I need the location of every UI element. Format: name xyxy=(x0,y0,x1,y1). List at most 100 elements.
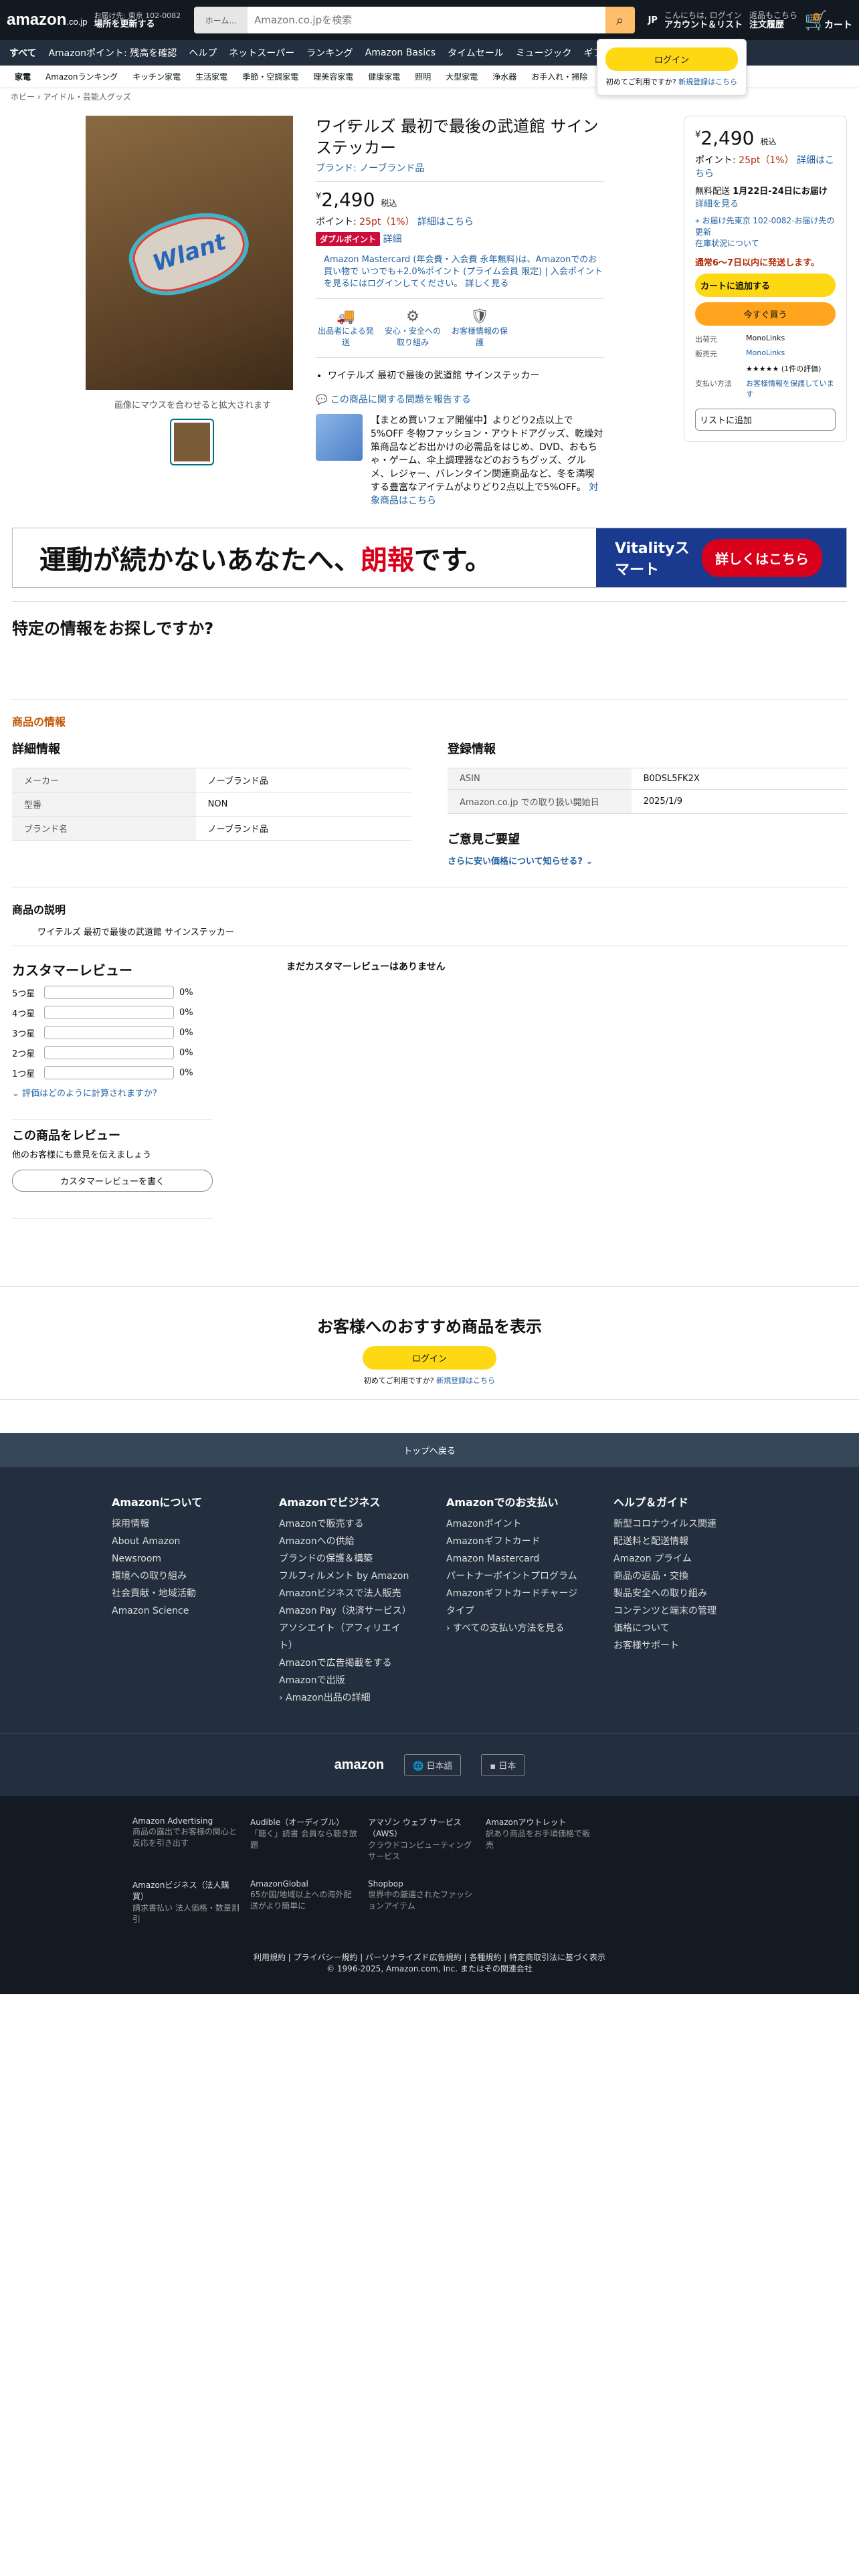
footer-link[interactable]: 価格について xyxy=(613,1620,747,1637)
footer-link[interactable]: Amazonギフトカード xyxy=(446,1533,580,1550)
feedback-link[interactable]: さらに安い価格について知らせる? ⌄ xyxy=(448,854,847,867)
subnav-item[interactable]: ネットスーパー xyxy=(229,46,294,60)
catnav-item[interactable]: 理美容家電 xyxy=(313,71,353,82)
catnav-item[interactable]: 家電 xyxy=(15,71,31,82)
register-link[interactable]: 新規登録はこちら xyxy=(678,78,737,86)
footer-link[interactable]: アソシエイト（アフィリエイト） xyxy=(279,1620,413,1654)
language-select[interactable]: 🌐 日本語 xyxy=(404,1754,462,1776)
footer-service[interactable]: Audible（オーディブル） 「聴く」読書 会員なら聴き放題 xyxy=(250,1816,357,1862)
write-review-button[interactable]: カスタマーレビューを書く xyxy=(12,1170,213,1192)
subnav-item[interactable]: ランキング xyxy=(306,46,353,60)
footer-link[interactable]: 社会貢献・地域活動 xyxy=(112,1585,246,1602)
feature-item[interactable]: 🛡 お客様情報の保護 xyxy=(450,308,510,348)
add-to-list-button[interactable]: リストに追加 xyxy=(695,409,836,431)
catnav-item[interactable]: 浄水器 xyxy=(492,71,516,82)
footer-link[interactable]: Amazon Science xyxy=(112,1602,246,1620)
catnav-item[interactable]: 照明 xyxy=(415,71,431,82)
catnav-item[interactable]: 健康家電 xyxy=(368,71,400,82)
catnav-item[interactable]: 生活家電 xyxy=(195,71,227,82)
star-row[interactable]: 2つ星 0% xyxy=(12,1046,213,1059)
footer-link[interactable]: コンテンツと端末の管理 xyxy=(613,1602,747,1620)
share-icon[interactable]: ⇪ xyxy=(345,118,355,132)
footer-link[interactable]: Amazonポイント xyxy=(446,1515,580,1533)
buy-now-button[interactable]: 今すぐ買う xyxy=(695,302,836,326)
delivery-detail-link[interactable]: 詳細を見る xyxy=(695,197,836,209)
deliver-to[interactable]: お届け先: 東京 102-0082 場所を更新する xyxy=(94,11,181,29)
amazon-logo[interactable]: amazon .co.jp xyxy=(7,11,87,29)
footer-service[interactable]: Amazonアウトレット 訳あり商品をお手頃価格で販売 xyxy=(486,1816,593,1862)
footer-logo[interactable]: amazon xyxy=(335,1757,384,1773)
country-select[interactable]: ▪ 日本 xyxy=(481,1754,525,1776)
catnav-item[interactable]: 大型家電 xyxy=(446,71,478,82)
footer-link[interactable]: 商品の返品・交換 xyxy=(613,1568,747,1585)
main-product-image[interactable]: Wlant xyxy=(86,116,293,390)
footer-link[interactable]: 新型コロナウイルス関連 xyxy=(613,1515,747,1533)
catnav-item[interactable]: Amazonランキング xyxy=(45,71,118,82)
search-category-select[interactable]: ホーム... xyxy=(194,7,248,33)
location-link[interactable]: ⌖ お届け先東京 102-0082-お届け先の更新 xyxy=(695,215,836,237)
footer-link[interactable]: 環境への取り組み xyxy=(112,1568,246,1585)
product-title: ワイテルズ 最初で最後の武道館 サインステッカー xyxy=(316,117,599,157)
recs-signin-button[interactable]: ログイン xyxy=(363,1346,496,1370)
catnav-item[interactable]: キッチン家電 xyxy=(132,71,181,82)
orders-link[interactable]: 返品もこちら 注文履歴 xyxy=(749,11,797,30)
footer-link[interactable]: Amazonビジネスで法人販売 xyxy=(279,1585,413,1602)
star-row[interactable]: 4つ星 0% xyxy=(12,1006,213,1019)
search-button[interactable]: ⌕ xyxy=(605,7,635,33)
footer-link[interactable]: Amazonで広告掲載をする xyxy=(279,1654,413,1672)
legal-links[interactable]: 利用規約 | プライバシー規約 | パーソナライズド広告規約 | 各種規約 | … xyxy=(0,1951,859,1974)
footer-service[interactable]: AmazonGlobal 65か国/地域以上への海外配送がより簡単に xyxy=(250,1879,357,1925)
banner-cta[interactable]: 詳しくはこちら xyxy=(702,538,822,577)
footer-service[interactable]: Amazonビジネス（法人購買） 請求書払い 法人価格・数量割引 xyxy=(132,1879,240,1925)
catnav-item[interactable]: お手入れ・掃除 xyxy=(531,71,587,82)
account-menu[interactable]: こんにちは, ログイン アカウント＆リスト xyxy=(664,11,743,30)
feature-item[interactable]: 🚚 出品者による発送 xyxy=(316,308,376,348)
signin-button[interactable]: ログイン xyxy=(605,47,738,71)
double-point-detail[interactable]: 詳細 xyxy=(383,234,401,245)
points-detail-link[interactable]: 詳細はこちら xyxy=(417,217,474,227)
report-issue-link[interactable]: 💬 この商品に関する問題を報告する xyxy=(316,393,603,406)
mastercard-promo[interactable]: Amazon Mastercard (年会費・入会費 永年無料)は、Amazon… xyxy=(316,254,603,290)
footer-link[interactable]: About Amazon xyxy=(112,1533,246,1550)
footer-link[interactable]: › Amazon出品の詳細 xyxy=(279,1689,413,1707)
footer-link[interactable]: Amazonへの供給 xyxy=(279,1533,413,1550)
star-row[interactable]: 3つ星 0% xyxy=(12,1026,213,1039)
footer-link[interactable]: Amazonで販売する xyxy=(279,1515,413,1533)
subnav-item[interactable]: Amazonポイント: 残高を確認 xyxy=(48,46,177,60)
footer-link[interactable]: 採用情報 xyxy=(112,1515,246,1533)
footer-link[interactable]: 製品安全への取り組み xyxy=(613,1585,747,1602)
footer-service[interactable]: Shopbop 世界中の厳選されたファッションアイテム xyxy=(368,1879,475,1925)
language-selector[interactable]: JP xyxy=(648,15,658,25)
feature-item[interactable]: ⚙ 安心・安全への取り組み xyxy=(383,308,443,348)
cart-button[interactable]: 🛒 0 カート xyxy=(804,9,852,31)
catnav-item[interactable]: 季節・空調家電 xyxy=(242,71,298,82)
subnav-item[interactable]: Amazon Basics xyxy=(365,47,436,58)
footer-link[interactable]: お客様サポート xyxy=(613,1637,747,1654)
star-row[interactable]: 5つ星 0% xyxy=(12,986,213,999)
footer-link[interactable]: › すべての支払い方法を見る xyxy=(446,1620,580,1637)
subnav-item[interactable]: タイムセール xyxy=(448,46,504,60)
back-to-top[interactable]: トップへ戻る xyxy=(0,1433,859,1467)
footer-link[interactable]: ブランドの保護＆構築 xyxy=(279,1550,413,1568)
footer-link[interactable]: パートナーポイントプログラム xyxy=(446,1568,580,1585)
brand-link[interactable]: ブランド: ノーブランド品 xyxy=(316,161,603,175)
search-input[interactable] xyxy=(248,7,605,33)
subnav-item[interactable]: すべて xyxy=(9,46,36,60)
footer-link[interactable]: Amazon Mastercard xyxy=(446,1550,580,1568)
footer-service[interactable]: Amazon Advertising 商品の露出でお客様の関心と反応を引き出す xyxy=(132,1816,240,1862)
footer-link[interactable]: Amazonギフトカードチャージタイプ xyxy=(446,1585,580,1620)
add-to-cart-button[interactable]: カートに追加する xyxy=(695,274,836,297)
footer-link[interactable]: Amazonで出版 xyxy=(279,1672,413,1689)
rating-calc-link[interactable]: ⌄ 評価はどのように計算されますか? xyxy=(12,1086,213,1099)
subnav-item[interactable]: ヘルプ xyxy=(189,46,217,60)
star-row[interactable]: 1つ星 0% xyxy=(12,1066,213,1079)
footer-link[interactable]: Amazon プライム xyxy=(613,1550,747,1568)
thumbnail[interactable] xyxy=(170,419,214,465)
footer-link[interactable]: 配送料と配送情報 xyxy=(613,1533,747,1550)
footer-service[interactable]: アマゾン ウェブ サービス（AWS） クラウドコンピューティングサービス xyxy=(368,1816,475,1862)
footer-link[interactable]: Newsroom xyxy=(112,1550,246,1568)
ad-banner[interactable]: 運動が続かないあなたへ、朗報です。 Vitalityスマート 詳しくはこちら xyxy=(12,528,847,588)
subnav-item[interactable]: ミュージック xyxy=(516,46,572,60)
footer-link[interactable]: Amazon Pay（決済サービス） xyxy=(279,1602,413,1620)
footer-link[interactable]: フルフィルメント by Amazon xyxy=(279,1568,413,1585)
